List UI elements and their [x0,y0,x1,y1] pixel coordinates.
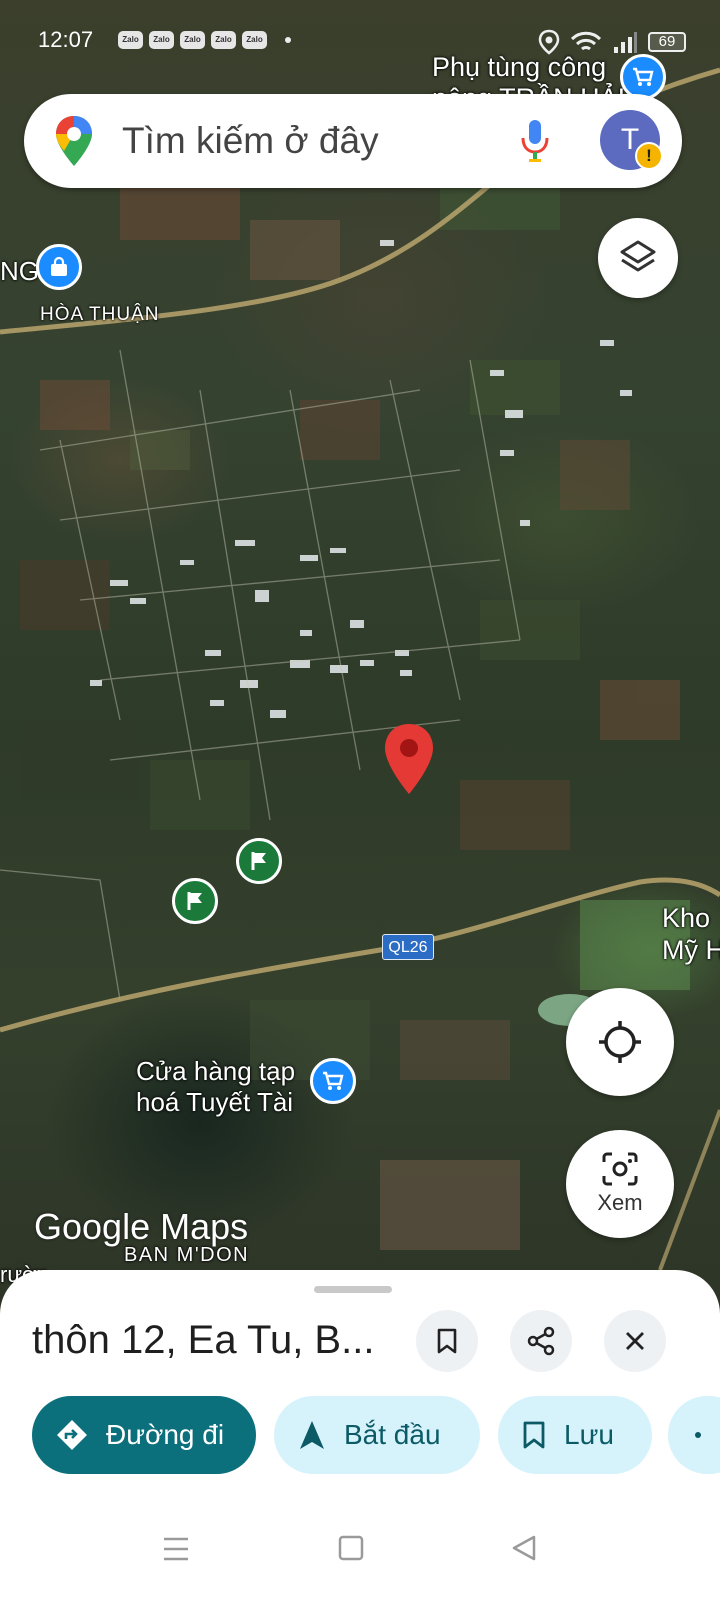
google-maps-watermark: Google Maps [34,1206,249,1247]
flag-poi-icon[interactable] [172,878,218,924]
zalo-notification-icon: Zalo [118,31,143,49]
area-label-hoa-thuan: HÒA THUẬN [40,304,160,325]
signal-icon [614,32,637,53]
satellite-map[interactable]: 12:07 Zalo Zalo Zalo Zalo Zalo 69 Phụ tù… [0,0,720,1330]
layers-icon [620,240,656,272]
directions-button[interactable]: Đường đi [32,1396,256,1474]
notification-icons: Zalo Zalo Zalo Zalo Zalo [118,31,291,49]
bookmark-button[interactable] [416,1310,478,1372]
status-time: 12:07 [38,27,94,52]
home-icon[interactable] [338,1534,364,1562]
search-input[interactable]: Tìm kiếm ở đây [122,120,379,162]
back-icon[interactable] [510,1534,538,1562]
more-actions-chip[interactable] [668,1396,720,1474]
area-label-ban-mdon: BAN M'DON [124,1244,250,1266]
menu-icon[interactable] [162,1536,190,1562]
zalo-notification-icon: Zalo [242,31,267,49]
start-label: Bắt đầu [344,1419,441,1450]
zalo-notification-icon: Zalo [211,31,236,49]
more-notifications-dot-icon [285,37,291,43]
sheet-drag-handle[interactable] [314,1286,392,1293]
zalo-notification-icon: Zalo [149,31,174,49]
search-bar[interactable]: Tìm kiếm ở đây T ! [24,94,682,188]
poi-label-tap-hoa[interactable]: Cửa hàng tạp hoá Tuyết Tài [136,1056,295,1118]
poi-label-line: Cửa hàng tạp [136,1056,296,1086]
map-layers-button[interactable] [598,218,678,298]
zalo-notification-icon: Zalo [180,31,205,49]
place-title: thôn 12, Ea Tu, B... [32,1318,375,1362]
account-alert-icon: ! [635,142,663,170]
directions-icon [56,1419,88,1451]
map-label-edge: NG [0,256,39,286]
directions-label: Đường đi [106,1419,225,1450]
share-button[interactable] [510,1310,572,1372]
route-badge-ql26: QL26 [382,934,434,960]
google-maps-logo-icon [56,116,92,166]
shopping-bag-poi-icon[interactable] [36,244,82,290]
battery-indicator: 69 [648,32,686,52]
save-place-button[interactable]: Lưu [498,1396,652,1474]
share-icon [692,1425,712,1445]
lens-view-button[interactable]: Xem [566,1130,674,1238]
shopping-cart-poi-icon[interactable] [310,1058,356,1104]
wifi-icon [570,31,602,51]
view-button-label: Xem [597,1190,643,1215]
map-label-kho-my-ha[interactable]: Kho Mỹ Hạ [662,902,720,966]
share-icon [527,1326,555,1356]
bookmark-icon [437,1328,457,1354]
bookmark-icon [522,1420,546,1450]
flag-poi-icon[interactable] [236,838,282,884]
camera-lens-icon [602,1152,638,1186]
microphone-icon[interactable] [520,118,550,164]
poi-label-line: hoá Tuyết Tài [136,1087,294,1117]
navigation-arrow-icon [298,1420,326,1450]
start-navigation-button[interactable]: Bắt đầu [274,1396,480,1474]
poi-label-line: Mỹ Hạ [662,935,720,965]
close-icon [626,1332,644,1350]
save-label: Lưu [564,1419,614,1450]
close-button[interactable] [604,1310,666,1372]
system-navigation-bar [0,1492,720,1600]
dropped-pin-icon[interactable] [383,722,435,796]
place-bottom-sheet[interactable]: thôn 12, Ea Tu, B... Đường đi Bắt đầu Lư… [0,1270,720,1600]
my-location-button[interactable] [566,988,674,1096]
poi-label-line: Phụ tùng công [432,52,607,82]
poi-label-line: Kho [662,903,711,933]
crosshair-icon [599,1021,641,1063]
